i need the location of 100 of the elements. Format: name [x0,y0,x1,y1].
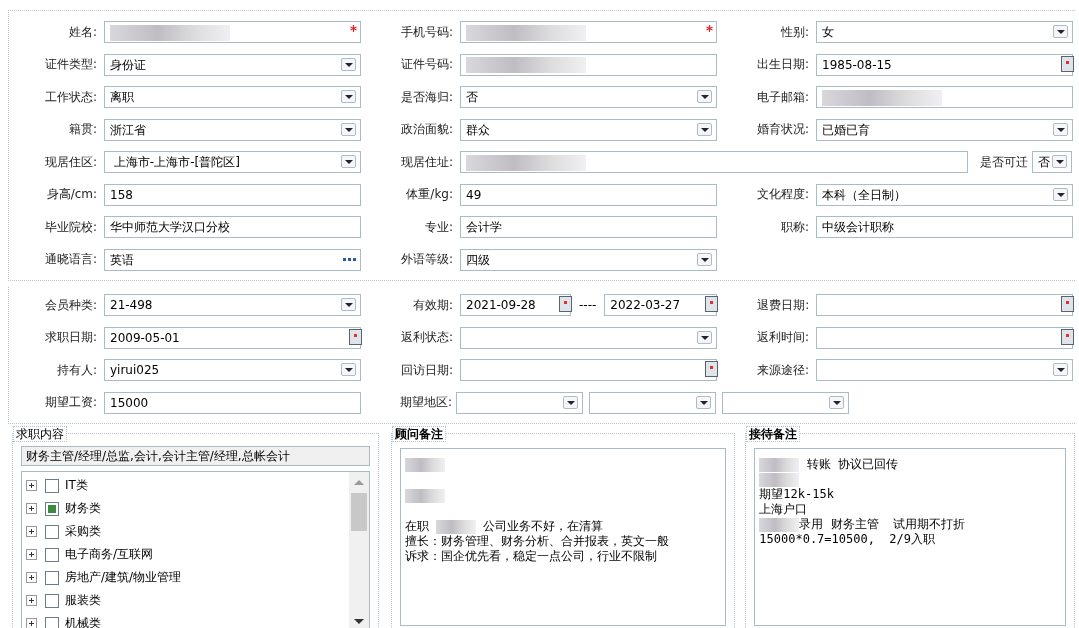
field-label: 专业: [423,218,454,236]
note-text: 上海户口 [759,502,808,516]
dropdown-field[interactable] [816,359,1073,382]
text-field[interactable] [816,86,1073,109]
checkbox[interactable] [45,616,59,628]
field-label: 籍贯: [67,121,98,139]
tree-item[interactable]: 房地产/建筑/物业管理 [65,569,182,586]
field-label: 是否可迁 [979,153,1029,171]
range-separator: ---- [578,298,598,313]
date-field[interactable] [816,294,1074,317]
field-label: 工作状态: [43,88,98,106]
expand-icon[interactable] [26,572,37,583]
calendar-icon[interactable] [705,361,718,378]
dropdown-field[interactable] [722,391,849,414]
dropdown-field[interactable]: 女 [816,21,1073,44]
field-label: 来源途径: [755,361,810,379]
tree-item[interactable]: 电子商务/互联网 [65,546,154,563]
lookup-field[interactable]: 英语 [104,248,361,271]
dropdown-field[interactable]: 否 [1032,151,1072,174]
field-label: 证件类型: [43,56,98,74]
date-field[interactable]: 2022-03-27 [604,294,718,317]
calendar-icon[interactable] [705,296,719,313]
field-label: 会员种类: [43,296,98,314]
note-text: 期望12k-15k [759,487,834,501]
expand-icon[interactable] [26,480,37,491]
dropdown-field[interactable] [589,391,716,414]
expand-icon[interactable] [26,595,37,606]
notes-textarea[interactable]: 转账 协议已回传 期望12k-15k 上海户口 录用 财务主管 试用期不打折 15000*0.7=10500, 2/9入职 [754,448,1066,626]
calendar-icon[interactable] [1061,296,1075,313]
expand-icon[interactable] [26,549,37,560]
dropdown-field[interactable] [456,391,583,414]
text-field[interactable] [460,151,968,174]
date-field[interactable]: 1985-08-15 [816,53,1073,76]
more-dots-icon[interactable] [343,257,356,261]
calendar-icon[interactable] [559,296,572,313]
text-field[interactable]: 49 [460,183,717,206]
field-label: 持有人: [55,361,98,379]
scroll-thumb[interactable] [350,493,367,531]
text-field[interactable] [460,53,717,76]
blurred-text [759,457,800,472]
blurred-text [404,488,445,503]
dropdown-field[interactable]: 四级 [460,248,717,271]
checkbox[interactable] [45,570,59,585]
field-label: 毕业院校: [43,218,98,236]
group-title: 求职内容 [13,426,67,442]
text-field[interactable]: 15000 [104,391,361,414]
expand-icon[interactable] [26,503,37,514]
dropdown-field[interactable]: 上海市-上海市-[普陀区] [104,151,361,174]
tree-item[interactable]: 服装类 [65,592,101,609]
field-label: 婚育状况: [755,121,810,139]
scrollbar[interactable] [348,472,369,628]
dropdown-field[interactable]: 身份证 [104,53,361,76]
date-field[interactable] [816,326,1073,349]
calendar-icon[interactable] [1061,328,1074,345]
checkbox[interactable] [45,547,59,562]
text-field[interactable] [460,21,717,44]
calendar-icon[interactable] [1061,55,1074,72]
text-field[interactable]: 中级会计职称 [816,216,1073,239]
field-label: 回访日期: [399,361,454,379]
field-label: 证件号码: [399,56,454,74]
date-field[interactable]: 2009-05-01 [104,326,361,349]
notes-textarea[interactable]: 在职 公司业务不好，在清算 擅长：财务管理、财务分析、合并报表，英文一般 诉求：国企优先看，稳定一点公司，行业不限制 [399,448,727,626]
date-field[interactable] [460,359,717,382]
checkbox[interactable] [45,524,59,539]
dropdown-field[interactable] [460,326,717,349]
field-label: 身高/cm: [45,186,98,204]
dropdown-field[interactable]: 群众 [460,118,717,141]
checkbox[interactable] [45,593,59,608]
dropdown-field[interactable]: 21-498 [104,294,361,317]
field-label: 期望地区: [398,394,453,412]
text-field[interactable]: 158 [104,183,361,206]
note-text: 在职 [404,519,430,533]
field-label: 是否海归: [399,88,454,106]
expand-icon[interactable] [26,526,37,537]
expand-icon[interactable] [26,618,37,628]
note-text: 诉求：国企优先看，稳定一点公司，行业不限制 [404,549,657,563]
dropdown-field[interactable]: 已婚已育 [816,118,1073,141]
text-field[interactable] [104,21,361,44]
note-text: 15000*0.7=10500, 2/9入职 [759,532,936,546]
calendar-icon[interactable] [349,328,362,345]
field-label: 通晓语言: [43,251,98,269]
dropdown-field[interactable]: 浙江省 [104,118,361,141]
field-label: 职称: [779,218,810,236]
tree-item[interactable]: 财务类 [65,500,101,517]
field-label: 电子邮箱: [755,88,810,106]
scroll-down-icon[interactable] [353,619,364,624]
field-label: 返利状态: [399,329,454,347]
text-field[interactable]: 华中师范大学汉口分校 [104,216,361,239]
dropdown-field[interactable]: 本科（全日制） [816,183,1073,206]
tree-item[interactable]: IT类 [65,477,88,494]
date-field[interactable]: 2021-09-28 [460,294,571,317]
field-label: 出生日期: [755,56,810,74]
tree-item[interactable]: 机械类 [65,615,101,628]
tree-item[interactable]: 采购类 [65,523,101,540]
dropdown-field[interactable]: yirui025 [104,359,361,382]
checkbox[interactable] [45,478,59,493]
text-field[interactable]: 会计学 [460,216,717,239]
checkbox[interactable] [45,501,59,516]
dropdown-field[interactable]: 离职 [104,86,361,109]
dropdown-field[interactable]: 否 [460,86,717,109]
